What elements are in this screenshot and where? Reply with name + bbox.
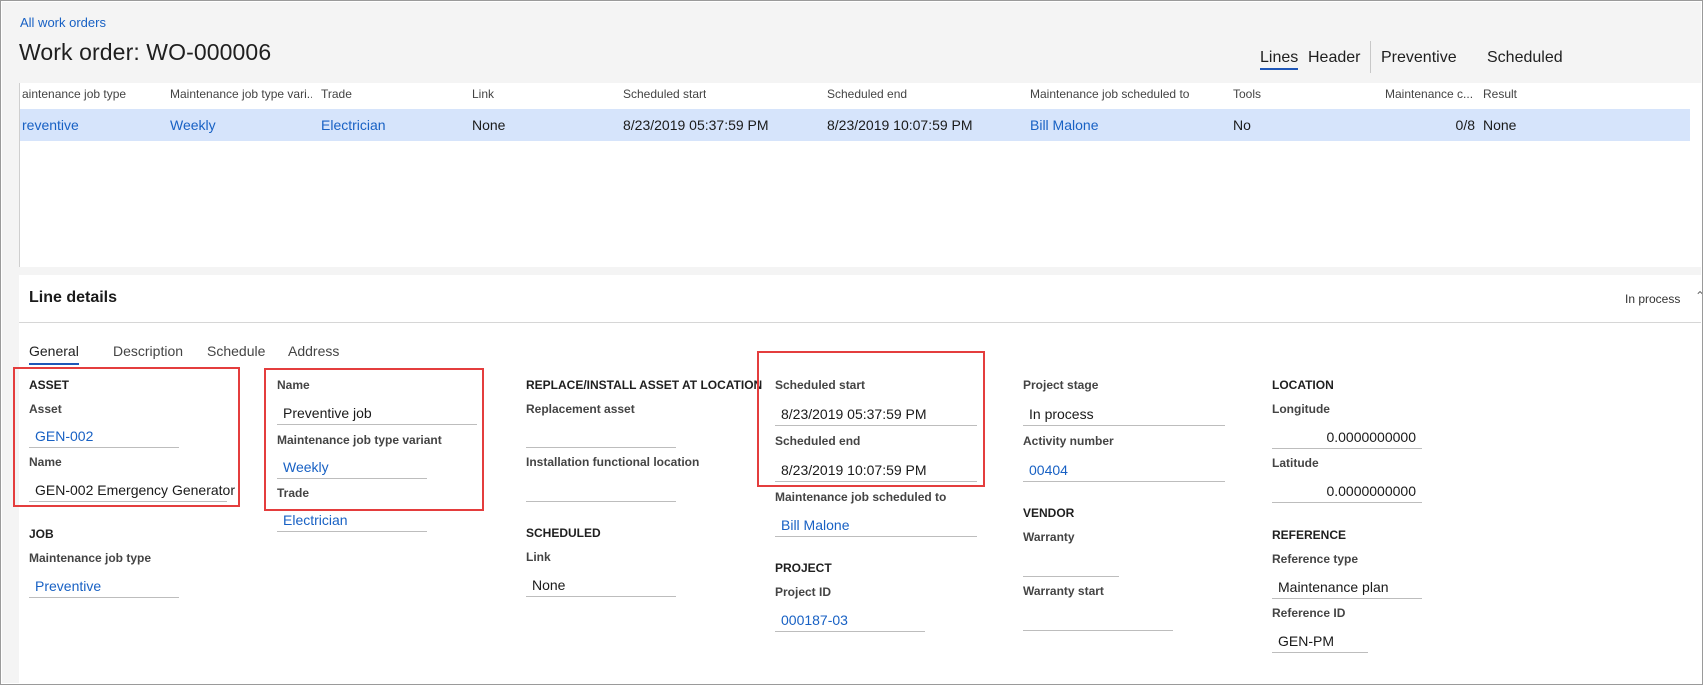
scheduled-start-field[interactable]: 8/23/2019 05:37:59 PM xyxy=(775,402,977,426)
variant-field[interactable]: Weekly xyxy=(277,455,427,479)
label-scheduled-to: Maintenance job scheduled to xyxy=(775,490,947,504)
col-scheduled-start[interactable]: Scheduled start xyxy=(623,87,706,101)
cell-scheduled-end: 8/23/2019 10:07:59 PM xyxy=(827,117,973,133)
label-latitude: Latitude xyxy=(1272,456,1319,470)
label-activity-number: Activity number xyxy=(1023,434,1114,448)
section-vendor: VENDOR xyxy=(1023,506,1075,520)
longitude-field[interactable]: 0.0000000000 xyxy=(1272,425,1422,449)
line-details-panel: Line details In process ⌃ General Descri… xyxy=(13,275,1702,684)
tab-lines[interactable]: Lines xyxy=(1260,49,1299,70)
label-trade: Trade xyxy=(277,486,310,500)
name-field[interactable]: Preventive job xyxy=(277,401,477,425)
label-scheduled-start: Scheduled start xyxy=(775,378,866,392)
cell-result: None xyxy=(1483,117,1517,133)
cell-scheduled-to[interactable]: Bill Malone xyxy=(1030,117,1098,133)
link-field[interactable]: None xyxy=(526,573,676,597)
col-scheduled-end[interactable]: Scheduled end xyxy=(827,87,907,101)
table-row[interactable]: reventive Weekly Electrician None 8/23/2… xyxy=(20,109,1690,141)
job-type-field[interactable]: Preventive xyxy=(29,574,179,598)
latitude-field[interactable]: 0.0000000000 xyxy=(1272,479,1422,503)
label-asset: Asset xyxy=(29,402,62,416)
line-details-header[interactable]: Line details In process ⌃ xyxy=(19,275,1702,323)
tab-divider xyxy=(1370,41,1371,73)
cell-link: None xyxy=(472,117,506,133)
col-trade[interactable]: Trade xyxy=(321,87,352,101)
col-link[interactable]: Link xyxy=(472,87,494,101)
warranty-field[interactable] xyxy=(1023,553,1119,577)
page-title: Work order: WO-000006 xyxy=(19,39,272,65)
section-scheduled: SCHEDULED xyxy=(526,526,601,540)
label-asset-name: Name xyxy=(29,455,62,469)
app-window: All work orders Work order: WO-000006 Li… xyxy=(0,0,1703,685)
trade-field[interactable]: Electrician xyxy=(277,508,427,532)
col-maintenance-c[interactable]: Maintenance c... xyxy=(1385,87,1475,101)
label-project-stage: Project stage xyxy=(1023,378,1099,392)
cell-job-type[interactable]: reventive xyxy=(22,117,79,133)
cell-maintenance-c: 0/8 xyxy=(1455,117,1475,133)
breadcrumb-all-work-orders[interactable]: All work orders xyxy=(20,15,106,30)
tab-preventive[interactable]: Preventive xyxy=(1381,49,1457,67)
label-warranty-start: Warranty start xyxy=(1023,584,1104,598)
label-variant: Maintenance job type variant xyxy=(277,433,442,447)
label-job-type: Maintenance job type xyxy=(29,551,152,565)
scheduled-end-field[interactable]: 8/23/2019 10:07:59 PM xyxy=(775,458,977,482)
label-project-id: Project ID xyxy=(775,585,832,599)
replacement-asset-field[interactable] xyxy=(526,424,676,448)
reference-id-field[interactable]: GEN-PM xyxy=(1272,629,1368,653)
status-badge: In process xyxy=(1625,292,1681,306)
label-replacement-asset: Replacement asset xyxy=(526,402,635,416)
tab-header[interactable]: Header xyxy=(1308,49,1360,67)
cell-scheduled-start: 8/23/2019 05:37:59 PM xyxy=(623,117,769,133)
installation-location-field[interactable] xyxy=(526,478,676,502)
label-installation-location: Installation functional location xyxy=(526,455,700,469)
reference-type-field[interactable]: Maintenance plan xyxy=(1272,575,1422,599)
section-location: LOCATION xyxy=(1272,378,1334,392)
lines-grid: aintenance job type Maintenance job type… xyxy=(19,83,1702,267)
section-reference: REFERENCE xyxy=(1272,528,1347,542)
label-link: Link xyxy=(526,550,551,564)
col-maintenance-job-type[interactable]: aintenance job type xyxy=(22,87,126,101)
tab-general[interactable]: General xyxy=(29,343,79,365)
project-stage-field[interactable]: In process xyxy=(1023,402,1225,426)
label-scheduled-end: Scheduled end xyxy=(775,434,861,448)
col-tools[interactable]: Tools xyxy=(1233,87,1261,101)
activity-number-field[interactable]: 00404 xyxy=(1023,458,1225,482)
line-details-title: Line details xyxy=(29,289,118,306)
tab-scheduled[interactable]: Scheduled xyxy=(1487,49,1563,67)
tab-schedule[interactable]: Schedule xyxy=(207,343,265,359)
cell-variant[interactable]: Weekly xyxy=(170,117,216,133)
collapse-icon[interactable]: ⌃ xyxy=(1695,289,1702,303)
section-project: PROJECT xyxy=(775,561,832,575)
section-asset: ASSET xyxy=(29,378,70,392)
label-reference-type: Reference type xyxy=(1272,552,1359,566)
col-result[interactable]: Result xyxy=(1483,87,1517,101)
label-name: Name xyxy=(277,378,310,392)
cell-tools: No xyxy=(1233,117,1251,133)
project-id-field[interactable]: 000187-03 xyxy=(775,608,925,632)
col-scheduled-to[interactable]: Maintenance job scheduled to xyxy=(1030,87,1189,101)
label-longitude: Longitude xyxy=(1272,402,1330,416)
cell-trade[interactable]: Electrician xyxy=(321,117,386,133)
label-warranty: Warranty xyxy=(1023,530,1075,544)
tab-description[interactable]: Description xyxy=(113,343,183,359)
asset-name-field[interactable]: GEN-002 Emergency Generator xyxy=(29,478,235,502)
col-job-type-variant[interactable]: Maintenance job type vari... xyxy=(170,87,312,101)
label-reference-id: Reference ID xyxy=(1272,606,1346,620)
asset-field[interactable]: GEN-002 xyxy=(29,424,179,448)
tab-address[interactable]: Address xyxy=(288,343,339,359)
grid-header: aintenance job type Maintenance job type… xyxy=(20,83,1682,107)
section-replace-install: REPLACE/INSTALL ASSET AT LOCATION xyxy=(526,378,763,392)
section-job: JOB xyxy=(29,527,54,541)
scheduled-to-field[interactable]: Bill Malone xyxy=(775,513,977,537)
left-gutter xyxy=(2,83,19,683)
warranty-start-field[interactable] xyxy=(1023,607,1173,631)
section-gap xyxy=(19,267,1701,275)
